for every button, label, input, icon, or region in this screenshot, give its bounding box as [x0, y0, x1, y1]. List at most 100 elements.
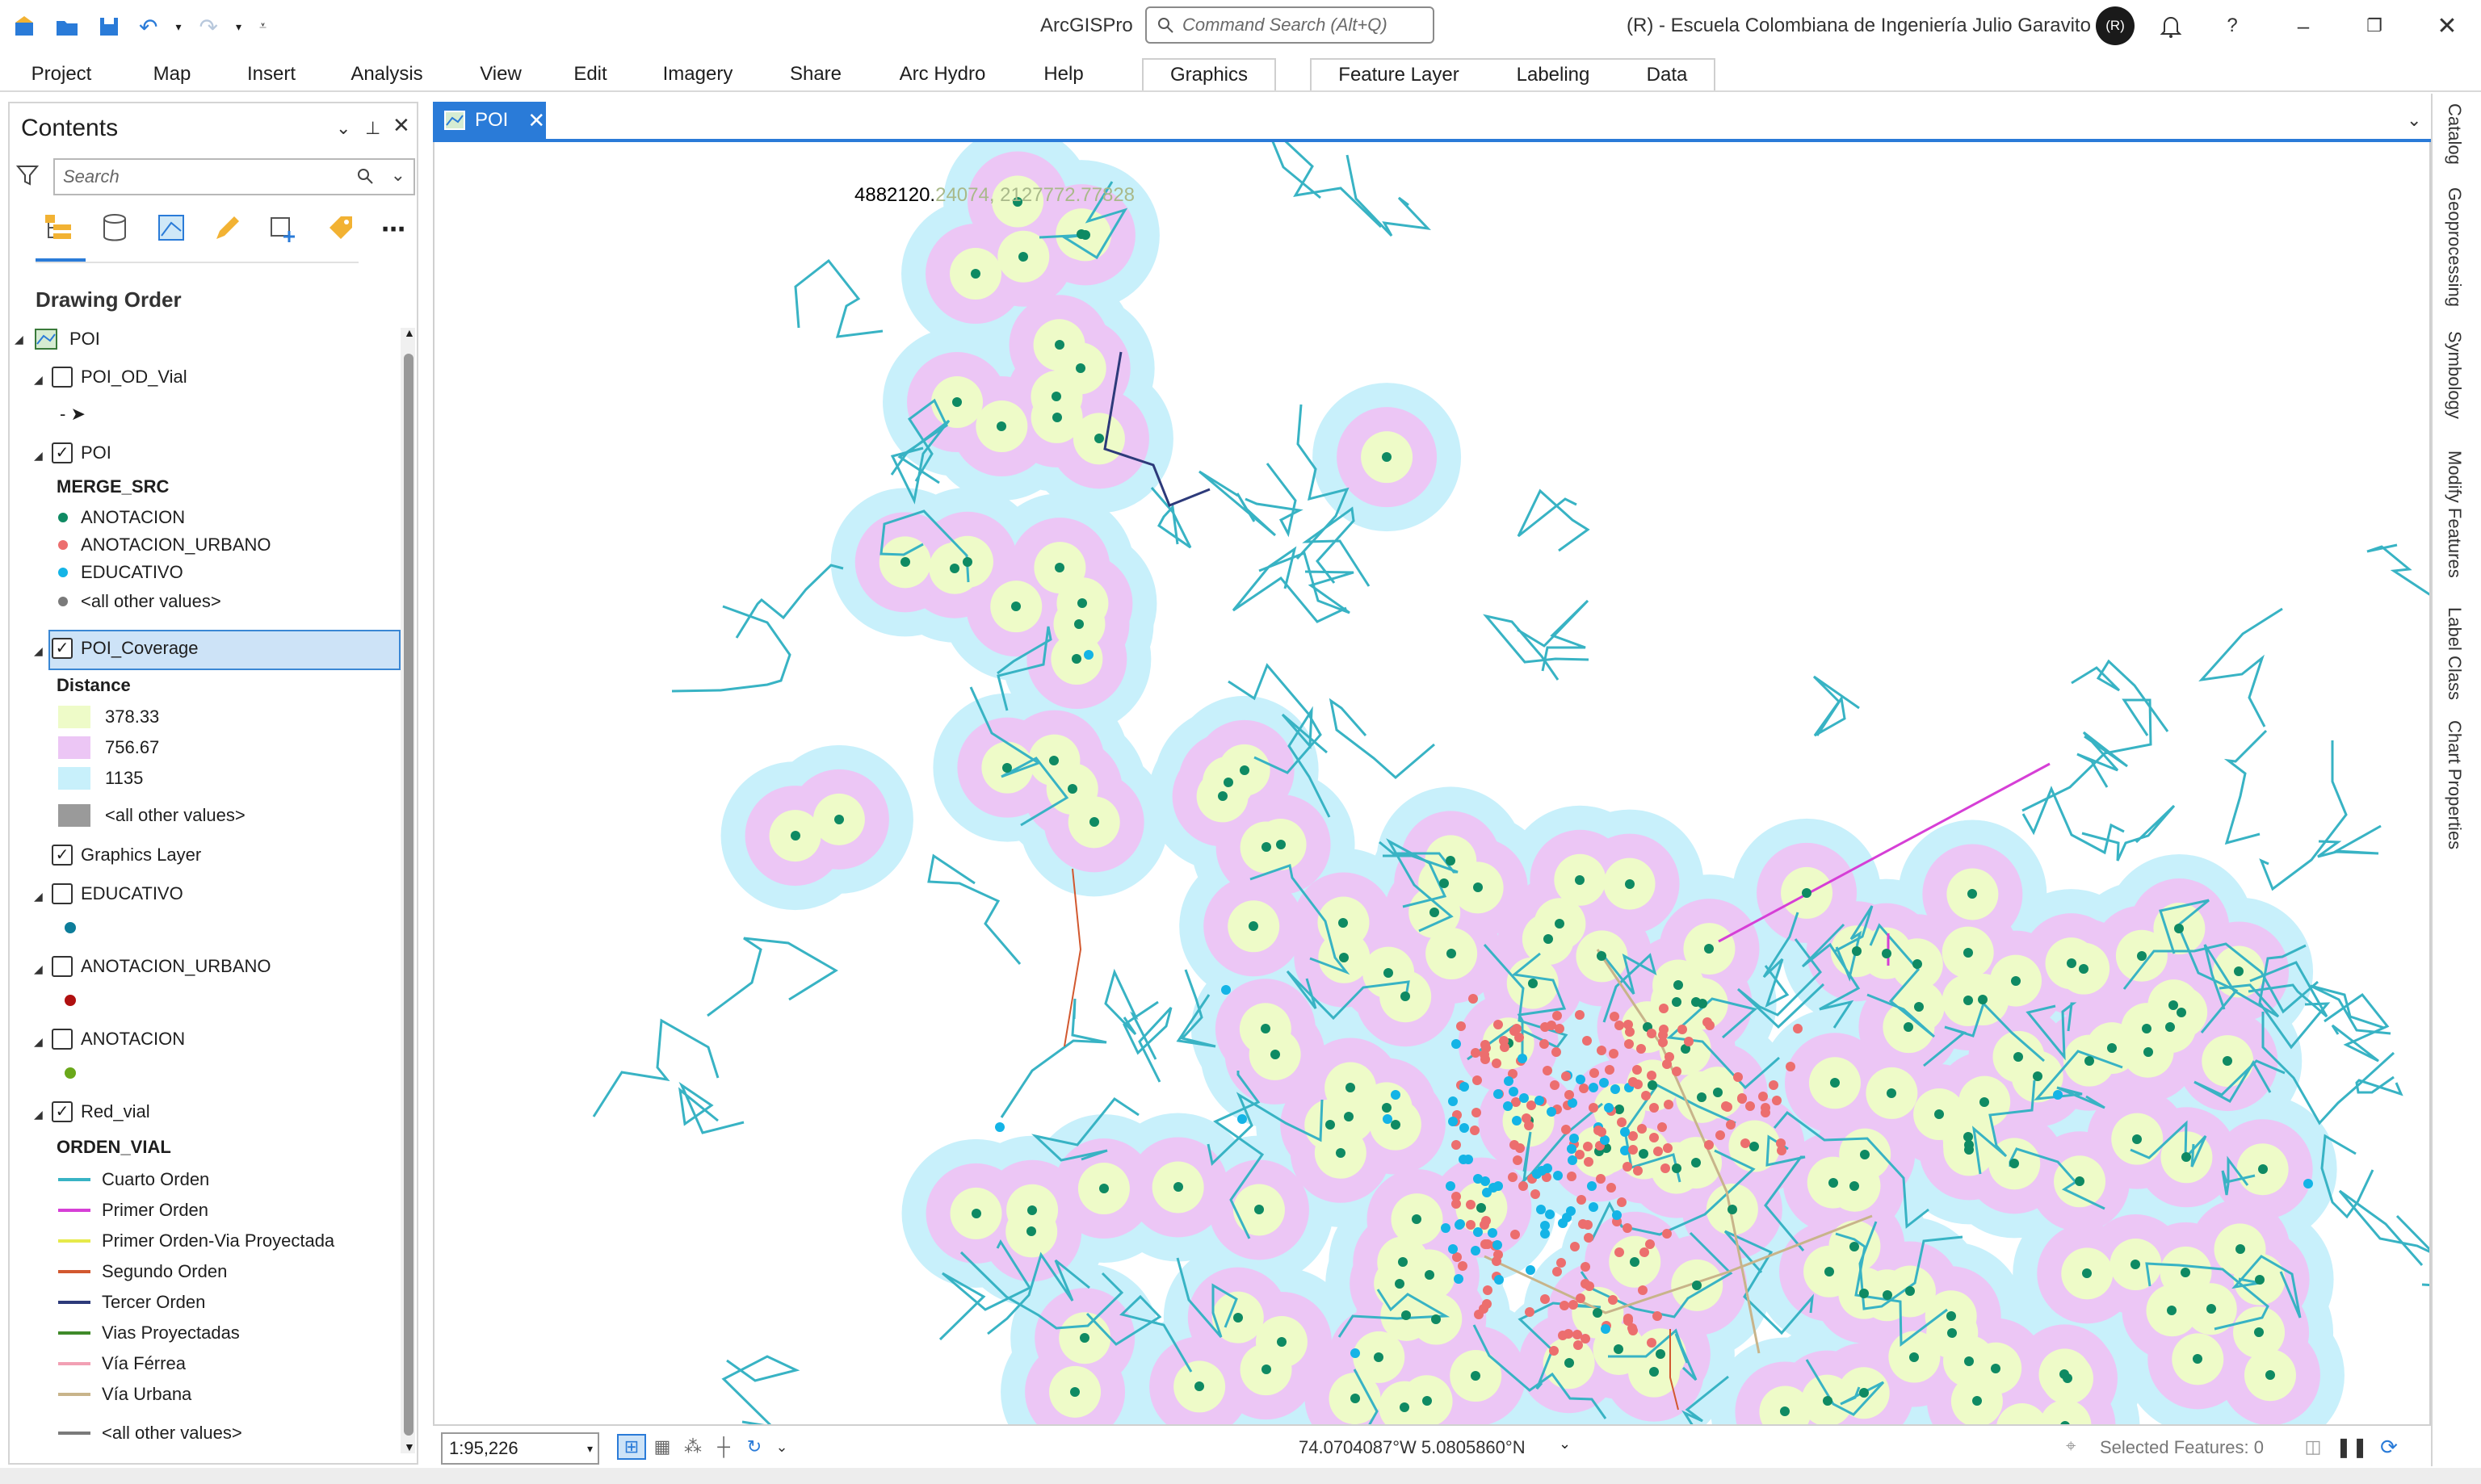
- redo-icon[interactable]: ↷: [199, 14, 218, 40]
- expand-layer-icon[interactable]: ◢: [34, 373, 43, 387]
- refresh-icon[interactable]: ⟳: [2374, 1434, 2403, 1460]
- tab-share[interactable]: Share: [783, 58, 848, 90]
- scroll-down-icon[interactable]: ▼: [404, 1440, 415, 1453]
- tab-map[interactable]: Map: [137, 58, 207, 90]
- map-view-tab[interactable]: POI ✕: [433, 102, 546, 139]
- scale-dropdown-icon[interactable]: ▾: [587, 1442, 593, 1456]
- tab-graphics[interactable]: Graphics: [1142, 58, 1276, 90]
- list-by-source-icon[interactable]: [99, 212, 131, 248]
- layer-graphics[interactable]: ✓ Graphics Layer: [52, 845, 201, 866]
- dock-tab-catalog[interactable]: Catalog: [2444, 103, 2465, 165]
- more-options-icon[interactable]: ⋯: [381, 216, 405, 244]
- tab-help[interactable]: Help: [1032, 58, 1095, 90]
- tab-view[interactable]: View: [468, 58, 533, 90]
- contents-search-input[interactable]: Search ⌄: [53, 158, 415, 195]
- layer-poi-coverage[interactable]: ✓ POI_Coverage: [52, 638, 199, 659]
- dock-tab-symbology[interactable]: Symbology: [2444, 331, 2465, 419]
- close-icon[interactable]: ✕: [2433, 11, 2462, 40]
- layer-anotacion-urbano[interactable]: ANOTACION_URBANO: [52, 956, 271, 977]
- layer-poi[interactable]: ✓ POI: [52, 442, 111, 463]
- filter-icon[interactable]: [15, 163, 40, 191]
- list-by-labeling-icon[interactable]: [325, 212, 357, 248]
- poi-point: [1567, 1172, 1576, 1181]
- list-by-drawing-order-icon[interactable]: [42, 212, 74, 248]
- layer-visibility-checkbox[interactable]: [52, 883, 73, 904]
- list-by-snapping-icon[interactable]: [268, 212, 300, 248]
- legend-item: 378.33: [58, 706, 159, 728]
- rotation-icon[interactable]: ↻: [740, 1434, 769, 1460]
- expand-layer-icon[interactable]: ◢: [34, 890, 43, 903]
- tab-analysis[interactable]: Analysis: [342, 58, 431, 90]
- layer-visibility-checkbox[interactable]: [52, 367, 73, 388]
- tab-data[interactable]: Data: [1620, 58, 1715, 90]
- open-project-icon[interactable]: [55, 15, 79, 39]
- command-search-input[interactable]: Command Search (Alt+Q): [1145, 6, 1434, 44]
- expand-layer-icon[interactable]: ◢: [34, 449, 43, 463]
- layer-visibility-checkbox[interactable]: ✓: [52, 638, 73, 659]
- tab-edit[interactable]: Edit: [565, 58, 615, 90]
- list-by-editing-icon[interactable]: [212, 212, 244, 248]
- layer-visibility-checkbox[interactable]: ✓: [52, 845, 73, 866]
- search-dropdown-icon[interactable]: ⌄: [391, 165, 405, 186]
- poi-point: [2177, 1008, 2186, 1017]
- poi-point: [1963, 948, 1973, 958]
- pause-drawing-icon[interactable]: ❚❚: [2336, 1434, 2368, 1460]
- layer-poi-od-vial[interactable]: POI_OD_Vial: [52, 367, 187, 388]
- redo-dropdown-icon[interactable]: ▾: [236, 20, 241, 34]
- customize-qat-icon[interactable]: ⩡: [259, 19, 267, 34]
- options-dropdown-icon[interactable]: ⌄: [767, 1434, 796, 1460]
- expand-map-icon[interactable]: ◢: [15, 333, 23, 346]
- coordinate-format-dropdown-icon[interactable]: ⌄: [1559, 1436, 1571, 1453]
- layer-anotacion[interactable]: ANOTACION: [52, 1029, 185, 1050]
- tab-imagery[interactable]: Imagery: [656, 58, 740, 90]
- restore-icon[interactable]: ❐: [2360, 11, 2389, 40]
- pin-icon[interactable]: ⊥: [365, 118, 380, 139]
- poi-point: [1466, 1220, 1476, 1230]
- list-by-selection-icon[interactable]: [155, 212, 187, 248]
- minimize-icon[interactable]: –: [2289, 11, 2318, 40]
- layer-educativo[interactable]: EDUCATIVO: [52, 883, 183, 904]
- scale-selector[interactable]: 1:95,226 ▾: [441, 1432, 599, 1465]
- layer-visibility-checkbox[interactable]: ✓: [52, 1101, 73, 1122]
- navigator-icon[interactable]: ┼: [709, 1434, 738, 1460]
- layer-visibility-checkbox[interactable]: ✓: [52, 442, 73, 463]
- notification-bell-icon[interactable]: [2156, 11, 2185, 40]
- pane-close-icon[interactable]: ✕: [393, 113, 410, 138]
- grid-icon[interactable]: ▦: [648, 1434, 677, 1460]
- pane-options-icon[interactable]: ⌄: [336, 118, 351, 139]
- save-icon[interactable]: [97, 15, 121, 39]
- dock-tab-modify-features[interactable]: Modify Features: [2444, 451, 2465, 578]
- layer-red-vial[interactable]: ✓ Red_vial: [52, 1101, 150, 1122]
- tab-project[interactable]: Project: [16, 58, 107, 90]
- expand-layer-icon[interactable]: ◢: [34, 1108, 43, 1121]
- avatar[interactable]: (R): [2096, 6, 2135, 45]
- tab-arc-hydro[interactable]: Arc Hydro: [888, 58, 997, 90]
- close-tab-icon[interactable]: ✕: [527, 108, 545, 133]
- tab-feature-layer[interactable]: Feature Layer: [1310, 58, 1486, 90]
- refresh-map-icon[interactable]: ◫: [2298, 1434, 2328, 1460]
- fixed-zoom-icon[interactable]: ⊞: [617, 1434, 646, 1460]
- tab-insert[interactable]: Insert: [236, 58, 307, 90]
- dock-tab-chart-properties[interactable]: Chart Properties: [2444, 720, 2465, 849]
- view-options-icon[interactable]: ⌄: [2407, 110, 2421, 131]
- contents-scrollbar-thumb[interactable]: [404, 354, 414, 1436]
- dock-tab-label-class[interactable]: Label Class: [2444, 607, 2465, 700]
- expand-layer-icon[interactable]: ◢: [34, 962, 43, 976]
- map-canvas[interactable]: 4882120.24074, 2127772.77828: [433, 142, 2431, 1424]
- dock-tab-geoprocessing[interactable]: Geoprocessing: [2444, 187, 2465, 307]
- home-icon[interactable]: [13, 15, 37, 39]
- layer-visibility-checkbox[interactable]: [52, 956, 73, 977]
- tab-labeling[interactable]: Labeling: [1486, 58, 1620, 90]
- layer-visibility-checkbox[interactable]: [52, 1029, 73, 1050]
- undo-dropdown-icon[interactable]: ▾: [175, 20, 181, 34]
- undo-icon[interactable]: ↶: [139, 14, 157, 40]
- snapping-icon[interactable]: ⁂: [678, 1434, 707, 1460]
- expand-layer-icon[interactable]: ◢: [34, 644, 43, 658]
- search-icon[interactable]: [355, 166, 375, 191]
- help-icon[interactable]: ?: [2218, 11, 2247, 40]
- selected-features-count[interactable]: Selected Features: 0: [2100, 1437, 2264, 1458]
- scroll-up-icon[interactable]: ▲: [404, 326, 415, 339]
- poi-point: [2143, 1047, 2153, 1057]
- toc-map-poi[interactable]: POI: [34, 328, 100, 350]
- expand-layer-icon[interactable]: ◢: [34, 1035, 43, 1049]
